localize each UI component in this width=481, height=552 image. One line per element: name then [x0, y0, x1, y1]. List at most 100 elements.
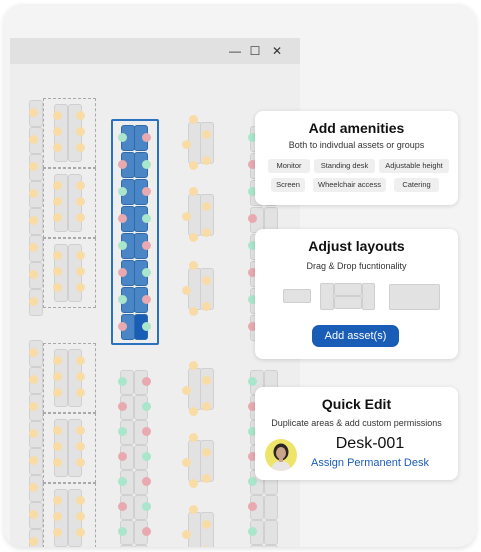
app-frame: — ☐ ✕ Add amenities Both to indivdual as…: [4, 4, 476, 547]
seat-dot: [202, 130, 211, 139]
seat-dot: [142, 295, 151, 304]
seat-dot: [29, 189, 38, 198]
amenities-subtitle: Both to indivdual assets or groups: [288, 140, 425, 150]
seat-dot: [76, 127, 85, 136]
seat-dot: [142, 377, 151, 386]
desk[interactable]: [200, 512, 214, 547]
seat-dot: [53, 496, 62, 505]
chip-wheelchair-access[interactable]: Wheelchair access: [313, 178, 386, 192]
seat-dot: [53, 143, 62, 152]
desk[interactable]: [264, 520, 278, 545]
seat-dot: [189, 161, 198, 170]
seat-dot: [182, 212, 191, 221]
window-titlebar: — ☐ ✕: [10, 38, 300, 64]
seat-dot: [29, 537, 38, 546]
minimize-icon[interactable]: —: [226, 42, 244, 60]
single-desk-template[interactable]: [283, 289, 311, 303]
seat-dot: [76, 528, 85, 537]
seat-dot: [29, 108, 38, 117]
seat-dot: [76, 512, 85, 521]
seat-dot: [189, 115, 198, 124]
seat-dot: [53, 372, 62, 381]
seat-dot: [53, 388, 62, 397]
seat-dot: [142, 502, 151, 511]
desk-group-template[interactable]: [320, 283, 375, 310]
desk[interactable]: [134, 545, 148, 547]
seat-dot: [118, 427, 127, 436]
quick-edit-subtitle: Duplicate areas & add custom permissions: [271, 418, 442, 428]
seat-dot: [76, 426, 85, 435]
seat-dot: [118, 295, 127, 304]
seat-dot: [202, 202, 211, 211]
desk[interactable]: [250, 545, 264, 547]
seat-dot: [53, 197, 62, 206]
seat-dot: [118, 502, 127, 511]
seat-dot: [202, 156, 211, 165]
seat-dot: [76, 372, 85, 381]
seat-dot: [76, 197, 85, 206]
seat-dot: [202, 520, 211, 529]
seat-dot: [189, 233, 198, 242]
seat-dot: [53, 251, 62, 260]
seat-dot: [53, 442, 62, 451]
assign-permanent-desk-link[interactable]: Assign Permanent Desk: [300, 457, 440, 469]
seat-dot: [118, 322, 127, 331]
seat-dot: [118, 452, 127, 461]
amenities-title: Add amenities: [308, 120, 405, 136]
seat-dot: [118, 402, 127, 411]
seat-dot: [189, 479, 198, 488]
seat-dot: [53, 512, 62, 521]
layouts-title: Adjust layouts: [308, 238, 405, 254]
seat-dot: [29, 162, 38, 171]
desk[interactable]: [120, 545, 134, 547]
group-desk-bottom: [334, 296, 362, 309]
seat-dot: [76, 213, 85, 222]
seat-dot: [118, 160, 127, 169]
seat-dot: [76, 181, 85, 190]
seat-dot: [189, 187, 198, 196]
seat-dot: [53, 181, 62, 190]
seat-dot: [142, 402, 151, 411]
seat-dot: [248, 527, 257, 536]
seat-dot: [182, 386, 191, 395]
seat-dot: [118, 214, 127, 223]
quick-edit-card: Quick Edit Duplicate areas & add custom …: [255, 387, 458, 480]
seat-dot: [142, 477, 151, 486]
seat-dot: [142, 160, 151, 169]
seat-dot: [76, 496, 85, 505]
seat-dot: [202, 228, 211, 237]
seat-dot: [53, 426, 62, 435]
seat-dot: [189, 361, 198, 370]
seat-dot: [182, 286, 191, 295]
seat-dot: [189, 307, 198, 316]
seat-dot: [202, 402, 211, 411]
close-icon[interactable]: ✕: [268, 42, 286, 60]
seat-dot: [182, 458, 191, 467]
seat-dot: [189, 505, 198, 514]
avatar[interactable]: [265, 439, 297, 471]
chip-catering[interactable]: Catering: [394, 178, 439, 192]
seat-dot: [248, 502, 257, 511]
seat-dot: [142, 241, 151, 250]
seat-dot: [189, 407, 198, 416]
seat-dot: [29, 456, 38, 465]
group-desk-right: [362, 283, 375, 310]
seat-dot: [53, 111, 62, 120]
seat-dot: [182, 530, 191, 539]
chip-monitor[interactable]: Monitor: [268, 159, 310, 173]
desk[interactable]: [264, 495, 278, 520]
add-assets-button[interactable]: Add asset(s): [312, 325, 399, 347]
seat-dot: [118, 477, 127, 486]
room-template[interactable]: [389, 284, 440, 310]
seat-dot: [118, 133, 127, 142]
desk[interactable]: [264, 545, 278, 547]
seat-dot: [118, 187, 127, 196]
seat-dot: [142, 322, 151, 331]
chip-adjustable-height[interactable]: Adjustable height: [379, 159, 449, 173]
seat-dot: [76, 143, 85, 152]
maximize-icon[interactable]: ☐: [246, 42, 264, 60]
seat-dot: [142, 268, 151, 277]
chip-screen[interactable]: Screen: [271, 178, 305, 192]
chip-standing-desk[interactable]: Standing desk: [314, 159, 375, 173]
seat-dot: [29, 135, 38, 144]
